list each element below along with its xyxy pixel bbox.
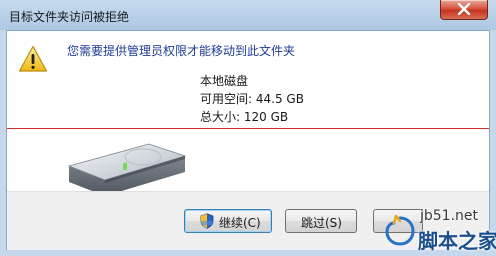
site-logo-icon [385,214,415,246]
close-button[interactable] [440,0,488,20]
window-title: 目标文件夹访问被拒绝 [9,10,130,24]
skip-button[interactable]: 跳过(S) [285,209,357,233]
drive-name: 本地磁盘 [200,74,249,88]
watermark-site-name: 脚本之家 [418,229,496,253]
continue-button-label: 继续(C) [219,216,261,230]
uac-shield-icon [200,213,214,229]
skip-button-label: 跳过(S) [301,216,342,230]
drive-total-size: 总大小: 120 GB [200,110,289,124]
close-icon [457,3,471,15]
watermark-url: jb51.net [420,208,479,224]
drive-info: 本地磁盘 可用空间: 44.5 GB 总大小: 120 GB [200,72,304,126]
continue-button[interactable]: 继续(C) [184,209,272,233]
title-bar[interactable]: 目标文件夹访问被拒绝 [0,0,496,30]
warning-icon [18,45,48,72]
watermark: jb51.net 脚本之家 [380,204,496,256]
dialog-window: 目标文件夹访问被拒绝 您需要提供管理员权限才能移动到此文件夹 本地磁盘 可用空间… [0,0,496,256]
drive-free-space: 可用空间: 44.5 GB [200,92,304,106]
permission-message: 您需要提供管理员权限才能移动到此文件夹 [67,44,296,58]
